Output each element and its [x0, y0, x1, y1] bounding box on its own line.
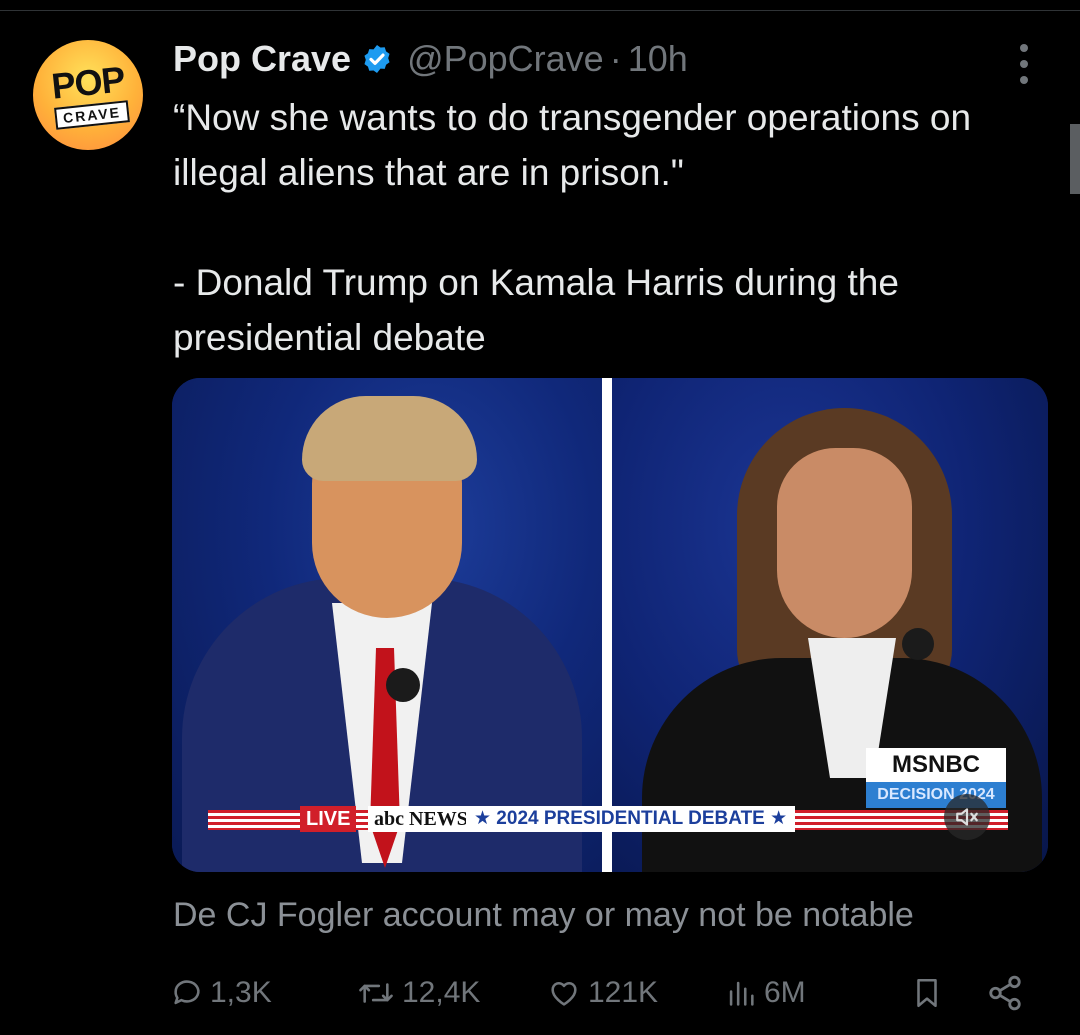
scrollbar[interactable] [1070, 124, 1080, 194]
verified-badge-icon [364, 45, 390, 73]
live-label: LIVE [300, 806, 357, 832]
mute-icon[interactable] [944, 794, 990, 840]
share-button[interactable] [986, 970, 1024, 1016]
views-button[interactable]: 6M [724, 970, 806, 1016]
views-chart-icon [729, 981, 754, 1006]
account-notice: De CJ Fogler account may or may not be n… [173, 896, 914, 934]
heart-icon [551, 981, 577, 1006]
share-icon [989, 975, 1021, 1011]
repost-button[interactable]: 12,4K [356, 970, 480, 1016]
reply-icon [174, 980, 200, 1005]
more-options-icon[interactable] [1014, 44, 1034, 84]
bookmark-button[interactable] [910, 970, 944, 1016]
top-divider [0, 10, 1080, 11]
bookmark-icon [917, 978, 937, 1008]
views-count: 6M [764, 976, 806, 1009]
display-name[interactable]: Pop Crave [173, 38, 351, 80]
video-panel-left [172, 378, 602, 872]
tweet-media-video[interactable]: MSNBC DECISION 2024 LIVE abc NEWS ★ 2024… [172, 378, 1048, 872]
timestamp[interactable]: 10h [628, 38, 688, 80]
repost-count: 12,4K [402, 976, 481, 1009]
repost-icon [359, 983, 393, 1003]
avatar[interactable]: POP CRAVE [33, 40, 143, 150]
like-button[interactable]: 121K [546, 970, 658, 1016]
separator-dot: · [609, 38, 622, 79]
network-label: abc NEWS [368, 806, 474, 832]
debate-label: ★ 2024 PRESIDENTIAL DEBATE ★ [466, 806, 796, 832]
tweet-text: “Now she wants to do transgender operati… [173, 97, 972, 358]
reply-button[interactable]: 1,3K [170, 970, 272, 1016]
video-split-divider [602, 378, 612, 872]
action-bar: 1,3K 12,4K 121K 6M [170, 970, 1030, 1016]
reply-count: 1,3K [210, 976, 272, 1009]
network-text: NEWS [409, 808, 468, 830]
lower-third-ticker: LIVE abc NEWS ★ 2024 PRESIDENTIAL DEBATE… [208, 806, 1008, 832]
handle[interactable]: @PopCrave [407, 38, 604, 80]
tweet-header: Pop Crave @PopCrave · 10h [173, 36, 688, 82]
like-count: 121K [588, 976, 659, 1009]
network-bug: MSNBC [866, 748, 1006, 782]
